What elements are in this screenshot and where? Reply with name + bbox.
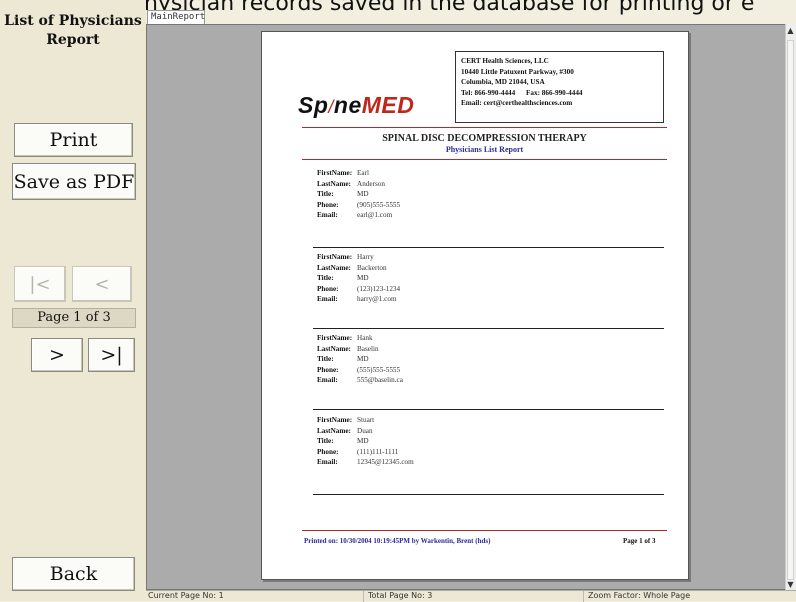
status-bar: Current Page No: 1 Total Page No: 3 Zoom…	[146, 590, 796, 602]
physician-record: FirstName: Stuart LastName: Duan Title: MD …	[317, 416, 414, 466]
report-title: SPINAL DISC DECOMPRESSION THERAPY	[382, 133, 587, 144]
footer-page-number: Page 1 of 3	[623, 537, 656, 545]
company-fax: Fax: 866-990-4444	[526, 88, 583, 97]
footer-divider	[302, 530, 667, 531]
print-button[interactable]: Print	[14, 123, 133, 157]
record-separator	[313, 328, 664, 329]
scroll-down-icon[interactable]: ▼	[786, 580, 795, 590]
email-value: earl@1.com	[357, 211, 393, 219]
physician-record: FirstName: Hank LastName: Baselin Title: MD…	[317, 334, 403, 384]
subtitle-divider	[302, 159, 667, 160]
tab-main-report[interactable]: MainReport	[147, 10, 205, 24]
record-separator	[313, 409, 664, 410]
phone-value: (555)555-5555	[357, 365, 401, 374]
last-name-value: Backerton	[357, 263, 387, 272]
first-name-value: Harry	[357, 253, 374, 261]
page-indicator: Page 1 of 3	[12, 308, 136, 328]
email-value: 555@baselin.ca	[357, 376, 403, 384]
company-phones: Tel: 866-990-4444 Fax: 866-990-4444	[461, 88, 658, 99]
next-page-button[interactable]: >	[31, 338, 83, 372]
scroll-up-icon[interactable]: ▲	[786, 26, 795, 36]
email-value: harry@1.com	[357, 295, 397, 303]
printed-on-text: Printed on: 10/30/2004 10:19:45PM by War…	[304, 537, 491, 545]
first-name-value: Hank	[357, 334, 373, 342]
physician-record: FirstName: Earl LastName: Anderson Title: M…	[317, 169, 401, 219]
company-address-1: 10440 Little Patuxent Parkway, #300	[461, 67, 574, 76]
spinemed-logo: Sp/neMED	[298, 92, 415, 118]
title-value: MD	[357, 437, 369, 445]
physician-record: FirstName: Harry LastName: Backerton Title…	[317, 253, 401, 303]
title-value: MD	[357, 355, 369, 363]
title-value: MD	[357, 190, 369, 198]
phone-value: (111)111-1111	[357, 447, 399, 456]
phone-value: (123)123-1234	[357, 284, 401, 293]
last-name-value: Anderson	[357, 179, 385, 188]
last-page-button[interactable]: >|	[88, 338, 135, 372]
report-page: CERT Health Sciences, LLC 10440 Little P…	[261, 31, 689, 580]
status-current-page: Current Page No: 1	[146, 591, 364, 602]
first-name-value: Stuart	[357, 416, 375, 424]
company-tel: Tel: 866-990-4444	[461, 88, 516, 97]
company-email: Email: cert@certhealthsciences.com	[461, 99, 573, 108]
company-address-2: Columbia, MD 21044, USA	[461, 78, 545, 87]
last-name-value: Baselin	[357, 344, 379, 353]
cropped-description-text: physician records saved in the database …	[130, 0, 755, 16]
status-total-pages: Total Page No: 3	[366, 591, 584, 602]
record-separator	[313, 247, 664, 248]
report-subtitle: Physicians List Report	[445, 145, 524, 154]
company-info-box: CERT Health Sciences, LLC 10440 Little P…	[455, 51, 664, 123]
email-value: 12345@12345.com	[357, 458, 414, 466]
back-button[interactable]: Back	[12, 557, 135, 591]
title-value: MD	[357, 274, 369, 282]
header-divider	[302, 127, 667, 128]
scrollbar-thumb[interactable]	[787, 40, 794, 580]
sidebar-title: List of Physicians Report	[4, 13, 142, 48]
first-page-button[interactable]: |<	[14, 266, 66, 302]
save-as-pdf-button[interactable]: Save as PDF	[12, 163, 136, 200]
record-separator	[313, 494, 664, 495]
previous-page-button[interactable]: <	[72, 266, 132, 302]
phone-value: (905)555-5555	[357, 200, 401, 209]
status-zoom: Zoom Factor: Whole Page	[588, 591, 691, 600]
last-name-value: Duan	[357, 426, 373, 435]
first-name-value: Earl	[357, 169, 369, 177]
company-name: CERT Health Sciences, LLC	[461, 57, 549, 65]
